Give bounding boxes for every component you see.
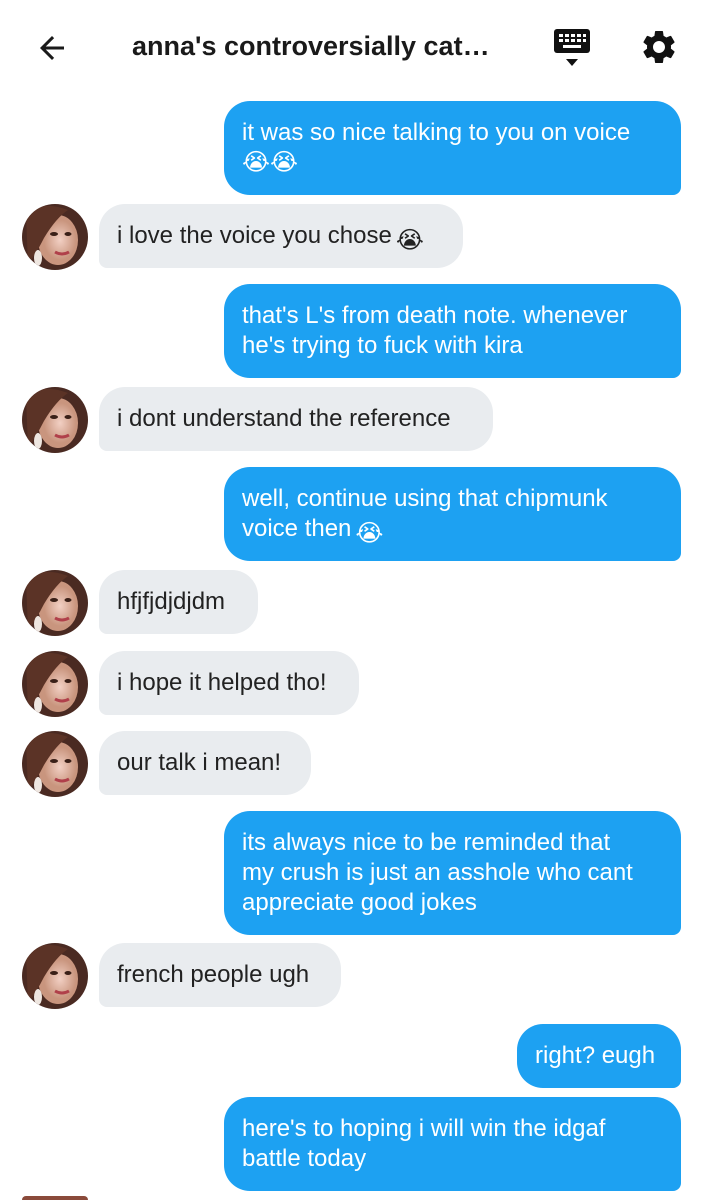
outgoing-message[interactable]: that's L's from death note. whenever he'…: [224, 284, 681, 378]
avatar[interactable]: [22, 943, 88, 1009]
message-text: it was so nice talking to you on voice: [242, 119, 631, 146]
gear-icon: [643, 30, 675, 63]
chat-header: anna's controversially cat…: [0, 0, 703, 94]
avatar[interactable]: [22, 204, 88, 270]
avatar[interactable]: [22, 651, 88, 717]
outgoing-message[interactable]: it was so nice talking to you on voice 😭…: [224, 101, 681, 195]
message-text: i love the voice you chose: [117, 222, 392, 249]
message-text: appreciate good jokes: [242, 889, 477, 916]
keyboard-icon: [554, 29, 590, 66]
outgoing-message[interactable]: right? eugh: [517, 1024, 681, 1088]
incoming-message[interactable]: our talk i mean!: [99, 731, 311, 795]
incoming-message[interactable]: french people ugh: [99, 943, 341, 1007]
avatar[interactable]: [22, 387, 88, 453]
incoming-message[interactable]: hfjfjdjdjdm: [99, 570, 258, 634]
outgoing-message[interactable]: here's to hoping i will win the idgaf ba…: [224, 1097, 681, 1191]
message-text: hfjfjdjdjdm: [117, 588, 226, 615]
message-text: that's L's from death note. whenever: [242, 302, 628, 329]
message-text: well, continue using that chipmunk: [242, 485, 608, 512]
avatar[interactable]: [22, 570, 88, 636]
message-emoji-line: 😭😭: [242, 149, 299, 176]
message-text: here's to hoping i will win the idgaf: [242, 1115, 606, 1142]
message-text: he's trying to fuck with kira: [242, 332, 523, 359]
message-text: i dont understand the reference: [117, 405, 451, 432]
keyboard-button[interactable]: [546, 24, 598, 72]
message-text: i hope it helped tho!: [117, 669, 327, 696]
incoming-message[interactable]: i dont understand the reference: [99, 387, 493, 451]
crying-emoji: 😭: [355, 520, 384, 547]
outgoing-message[interactable]: its always nice to be reminded that my c…: [224, 811, 681, 935]
message-text: voice then: [242, 515, 352, 542]
back-button[interactable]: [28, 24, 76, 72]
chat-title: anna's controversially cat…: [132, 31, 490, 61]
crying-emoji: 😭: [395, 227, 424, 254]
incoming-message[interactable]: i love the voice you chose 😭: [99, 204, 463, 268]
incoming-message[interactable]: i hope it helped tho!: [99, 651, 359, 715]
message-text: right? eugh: [535, 1042, 656, 1069]
message-text: its always nice to be reminded that: [242, 829, 611, 856]
settings-button[interactable]: [634, 22, 684, 72]
avatar[interactable]: [22, 1196, 88, 1200]
outgoing-message[interactable]: well, continue using that chipmunk voice…: [224, 467, 681, 561]
message-text: french people ugh: [117, 961, 310, 988]
message-text: our talk i mean!: [117, 749, 282, 776]
message-text: my crush is just an asshole who cant: [242, 859, 633, 886]
avatar[interactable]: [22, 731, 88, 797]
message-text: battle today: [242, 1145, 367, 1172]
back-arrow-icon: [40, 36, 64, 60]
